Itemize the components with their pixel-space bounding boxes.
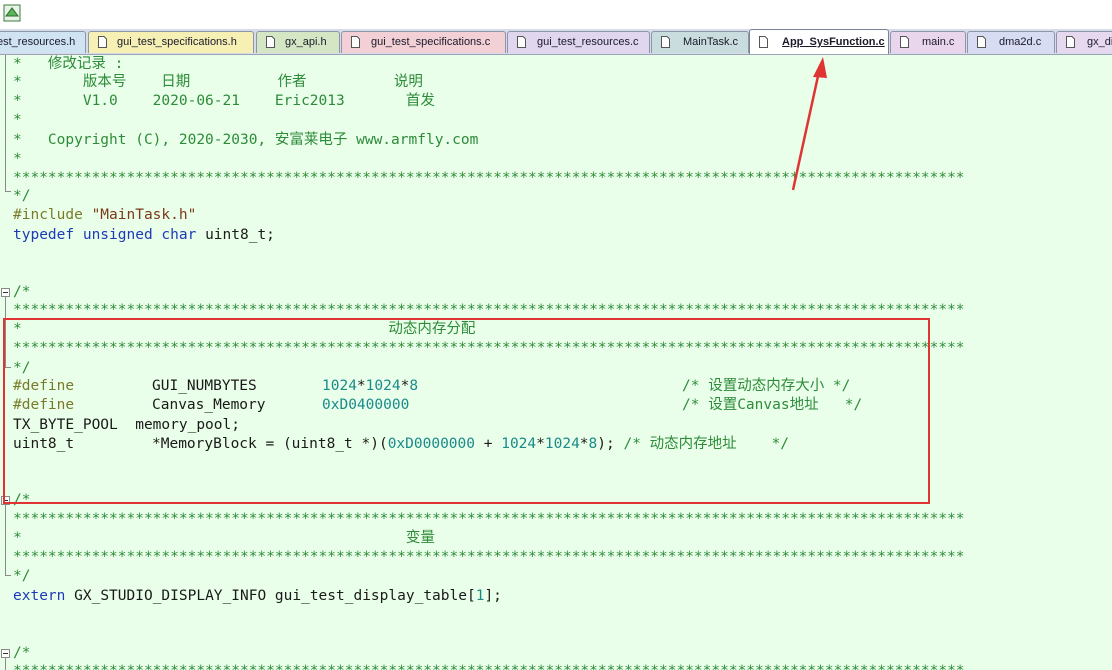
file-icon xyxy=(1066,36,1075,48)
title-toolbar xyxy=(0,0,1112,29)
tab-est-resources-h[interactable]: est_resources.h xyxy=(0,31,86,53)
code-line: ****************************************… xyxy=(13,511,965,527)
code-line: * 修改记录 : xyxy=(13,56,124,72)
tab-maintask-c[interactable]: MainTask.c xyxy=(651,31,749,53)
code-line-memoryblock: uint8_t *MemoryBlock = (uint8_t *)(0xD000… xyxy=(13,436,790,452)
code-line: /* xyxy=(13,492,31,508)
file-icon xyxy=(98,36,107,48)
tab-gui-test-specifications-h[interactable]: gui_test_specifications.h xyxy=(88,31,254,53)
code-editor[interactable]: * 修改记录 : * 版本号 日期 作者 说明 * V1.0 2020-06-2… xyxy=(0,55,1112,670)
tab-gui-test-specifications-c[interactable]: gui_test_specifications.c xyxy=(341,31,506,53)
code-line: ****************************************… xyxy=(13,302,965,318)
code-line: */ xyxy=(13,360,31,376)
tab-main-c[interactable]: main.c xyxy=(890,31,966,53)
tab-app-sysfunction-c[interactable]: App_SysFunction.c xyxy=(749,29,889,54)
code-line-extern: extern GX_STUDIO_DISPLAY_INFO gui_test_d… xyxy=(13,588,502,604)
code-line: ****************************************… xyxy=(13,662,965,670)
tab-gx-di[interactable]: gx_di xyxy=(1056,31,1112,53)
code-line-include: #include "MainTask.h" xyxy=(13,207,197,223)
file-icon xyxy=(759,36,768,48)
code-line: /* xyxy=(13,645,31,661)
code-line: */ xyxy=(13,188,31,204)
code-lines: * 修改记录 : * 版本号 日期 作者 说明 * V1.0 2020-06-2… xyxy=(0,55,1112,670)
tab-gx-api-h[interactable]: gx_api.h xyxy=(256,31,340,53)
file-icon xyxy=(900,36,909,48)
code-line: * xyxy=(13,151,22,167)
code-line-define-canvas: #define Canvas_Memory 0xD0400000/* 设置Canva… xyxy=(13,397,863,413)
code-line: * Copyright (C), 2020-2030, 安富莱电子 www.ar… xyxy=(13,132,479,148)
file-icon xyxy=(517,36,526,48)
code-line: * V1.0 2020-06-21 Eric2013 首发 xyxy=(13,93,435,109)
code-line: /* xyxy=(13,284,31,300)
code-line-section-title: * 动态内存分配 xyxy=(13,321,476,337)
code-line: * 版本号 日期 作者 说明 xyxy=(13,74,423,90)
code-line-pool: TX_BYTE_POOL memory_pool; xyxy=(13,417,240,433)
code-line-section-title: * 变量 xyxy=(13,530,435,546)
file-tab-bar: est_resources.h gui_test_specifications.… xyxy=(0,29,1112,55)
code-line-define-numbytes: #define GUI_NUMBYTES 1024*1024*8/* 设置动态内存大… xyxy=(13,378,851,394)
code-line: ****************************************… xyxy=(13,549,965,565)
app-icon[interactable] xyxy=(3,4,21,22)
file-icon xyxy=(977,36,986,48)
code-line: ****************************************… xyxy=(13,170,965,186)
code-line-typedef: typedef unsigned char uint8_t; xyxy=(13,227,275,243)
file-icon xyxy=(661,36,670,48)
file-icon xyxy=(351,36,360,48)
tab-dma2d-c[interactable]: dma2d.c xyxy=(967,31,1055,53)
code-line: ****************************************… xyxy=(13,340,965,356)
tab-gui-test-resources-c[interactable]: gui_test_resources.c xyxy=(507,31,650,53)
code-line: */ xyxy=(13,568,31,584)
file-icon xyxy=(266,36,275,48)
code-line: * xyxy=(13,112,22,128)
